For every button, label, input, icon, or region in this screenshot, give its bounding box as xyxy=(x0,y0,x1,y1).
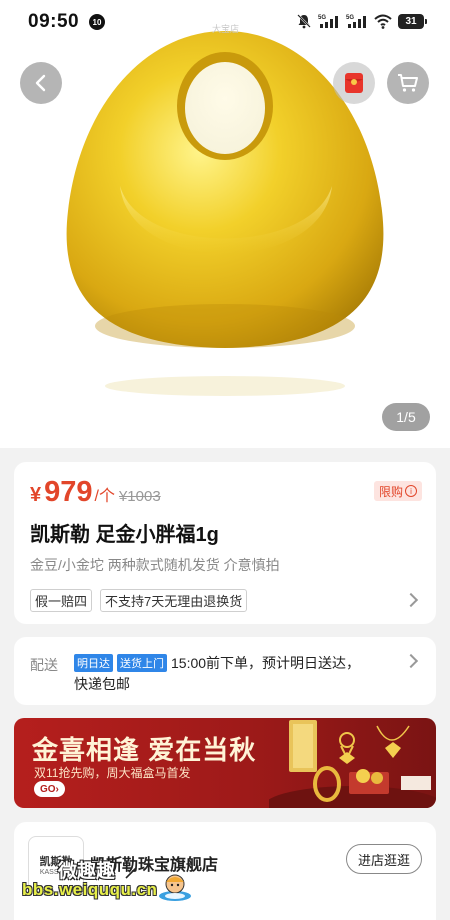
delivery-label: 配送 xyxy=(30,657,58,673)
guarantee-tag: 假一赔四 xyxy=(30,589,93,612)
product-subtitle: 金豆/小金坨 两种款式随机发货 介意慎拍 xyxy=(30,557,280,573)
chevron-right-icon[interactable] xyxy=(403,592,419,608)
product-image-gallery[interactable]: 大宝店 1/5 xyxy=(0,0,450,448)
price-currency: ¥ xyxy=(30,484,42,506)
guarantee-tags[interactable]: 假一赔四 不支持7天无理由退换货 xyxy=(30,589,248,612)
guarantee-tag: 不支持7天无理由退换货 xyxy=(100,589,248,612)
mascot-icon xyxy=(159,874,191,901)
status-icons: 5G 5G 31 xyxy=(296,13,427,29)
product-info-card: ¥ 979 /个 ¥1003 限购 i 凯斯勒 足金小胖福1g 金豆/小金坨 两… xyxy=(14,462,436,624)
jewelry-display-image xyxy=(269,720,436,808)
door-delivery-tag: 送货上门 xyxy=(117,654,167,672)
visit-store-button[interactable]: 进店逛逛 xyxy=(346,844,422,874)
mute-bell-icon xyxy=(297,14,311,29)
battery-icon: 31 xyxy=(398,13,427,29)
status-bar: 09:50 10 5G 5G 31 xyxy=(0,0,450,46)
signal-icon-2: 5G xyxy=(346,15,366,28)
sparkle-icon xyxy=(125,867,137,879)
signal-icon: 5G xyxy=(318,15,338,28)
promo-banner[interactable]: 金喜相逢 爱在当秋 双11抢先购，周大福盒马首发 GO› xyxy=(14,718,436,808)
svg-text:5G: 5G xyxy=(346,15,354,21)
product-title: 凯斯勒 足金小胖福1g xyxy=(30,524,219,546)
chevron-right-icon[interactable] xyxy=(403,653,419,669)
svg-text:5G: 5G xyxy=(318,15,326,21)
banner-title: 金喜相逢 爱在当秋 xyxy=(32,735,257,765)
cart-button[interactable] xyxy=(387,62,429,104)
watermark-cn-text: 微趣趣 xyxy=(58,861,116,882)
status-time: 09:50 xyxy=(28,11,80,32)
notification-badge: 10 xyxy=(89,14,105,30)
cart-icon xyxy=(398,74,418,92)
info-icon: i xyxy=(405,485,417,497)
limit-purchase-badge[interactable]: 限购 i xyxy=(373,481,422,501)
price-row: ¥ 979 /个 ¥1003 xyxy=(30,476,161,509)
delivery-time-text: 15:00前下单，预计明日送达， xyxy=(171,655,361,671)
original-price: ¥1003 xyxy=(118,488,161,505)
red-packet-button[interactable] xyxy=(333,62,375,104)
limit-purchase-label: 限购 xyxy=(378,484,403,499)
image-page-indicator: 1/5 xyxy=(382,403,430,431)
back-button[interactable] xyxy=(20,62,62,104)
delivery-card[interactable]: 配送 明日达 送货上门 15:00前下单，预计明日送达， 快递包邮 xyxy=(14,637,436,705)
chevron-left-icon xyxy=(35,74,46,92)
red-packet-icon xyxy=(345,73,363,93)
banner-go-button[interactable]: GO› xyxy=(34,781,65,797)
wifi-icon xyxy=(374,14,392,29)
next-day-tag: 明日达 xyxy=(74,654,113,672)
price-value: 979 xyxy=(44,476,93,508)
watermark-url-text: bbs.weiququ.cn xyxy=(22,880,158,899)
delivery-shipping-text: 快递包邮 xyxy=(74,676,130,692)
delivery-info-line1: 明日达 送货上门 15:00前下单，预计明日送达， xyxy=(74,653,360,673)
banner-subtitle: 双11抢先购，周大福盒马首发 xyxy=(34,766,191,780)
price-unit: /个 xyxy=(94,488,115,505)
